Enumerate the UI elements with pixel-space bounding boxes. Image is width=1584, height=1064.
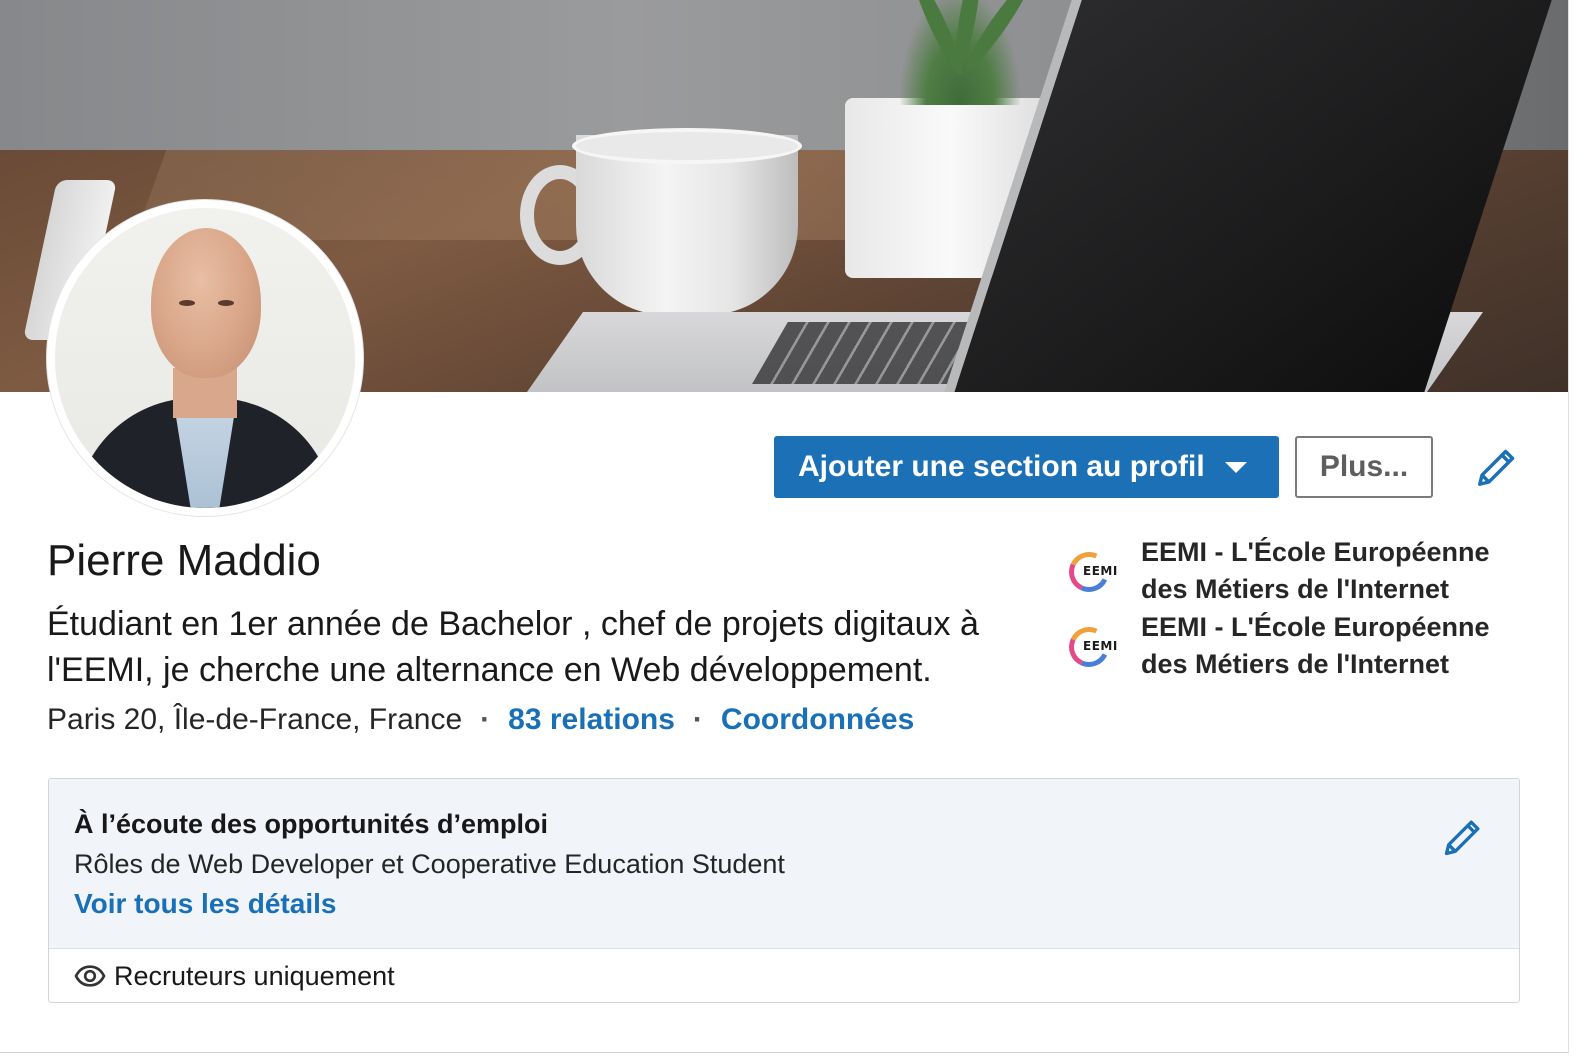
eye-icon xyxy=(74,965,106,987)
contact-info-link[interactable]: Coordonnées xyxy=(721,703,914,737)
open-to-work-roles: Rôles de Web Developer et Cooperative Ed… xyxy=(74,849,785,879)
meta-separator: · xyxy=(692,703,703,736)
open-to-work-title: À l’écoute des opportunités d’emploi xyxy=(74,809,549,839)
add-section-label: Ajouter une section au profil xyxy=(798,450,1205,483)
see-all-details-link[interactable]: Voir tous les détails xyxy=(74,888,336,920)
add-profile-section-button[interactable]: Ajouter une section au profil xyxy=(774,436,1279,498)
school-name: EEMI - L'École Européenne des Métiers de… xyxy=(1141,537,1490,604)
meta-separator: · xyxy=(480,703,491,736)
pencil-icon[interactable] xyxy=(1441,815,1485,859)
avatar xyxy=(55,208,355,508)
education-item[interactable]: EEMI EEMI - L'École Européenne des Métie… xyxy=(1063,609,1531,683)
profile-photo[interactable] xyxy=(47,200,363,516)
profile-card: Ajouter une section au profil Plus... Pi… xyxy=(0,0,1569,1053)
relations-link[interactable]: 83 relations xyxy=(508,703,675,737)
visibility-setting: Recruteurs uniquement xyxy=(74,960,395,992)
pencil-icon[interactable] xyxy=(1474,444,1520,490)
school-logo: EEMI xyxy=(1063,619,1121,677)
school-logo: EEMI xyxy=(1063,544,1121,602)
caret-down-icon xyxy=(1224,461,1247,473)
more-button[interactable]: Plus... xyxy=(1295,436,1433,498)
profile-headline: Étudiant en 1er année de Bachelor , chef… xyxy=(47,605,979,689)
open-to-work-card: À l’écoute des opportunités d’emploi Rôl… xyxy=(48,778,1520,1003)
more-label: Plus... xyxy=(1319,450,1409,483)
visibility-label: Recruteurs uniquement xyxy=(114,960,395,991)
profile-location: Paris 20, Île-de-France, France xyxy=(47,703,463,736)
open-to-work-panel: À l’écoute des opportunités d’emploi Rôl… xyxy=(49,779,1519,949)
profile-name: Pierre Maddio xyxy=(47,536,321,585)
school-name: EEMI - L'École Européenne des Métiers de… xyxy=(1141,612,1490,679)
education-item[interactable]: EEMI EEMI - L'École Européenne des Métie… xyxy=(1063,534,1531,608)
profile-meta: Paris 20, Île-de-France, France · 83 rel… xyxy=(47,703,914,737)
